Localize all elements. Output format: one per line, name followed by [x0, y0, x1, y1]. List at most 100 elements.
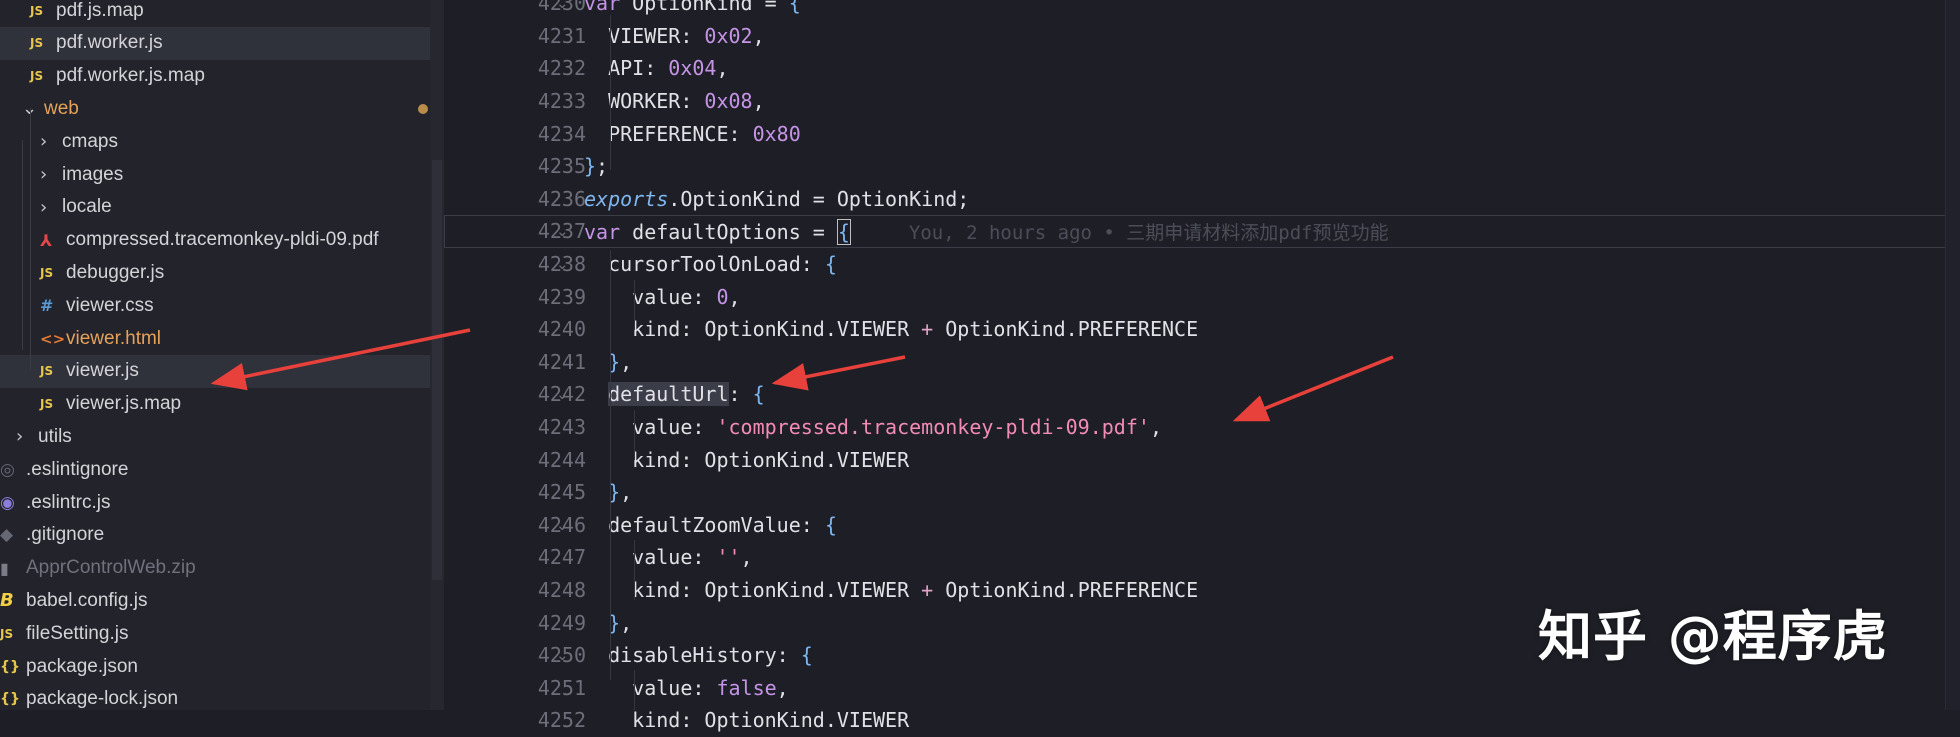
code-text[interactable]: WORKER: 0x08,	[584, 89, 765, 113]
code-line[interactable]: 4236 exports.OptionKind = OptionKind;	[444, 183, 1946, 216]
tree-item[interactable]: JS pdf.worker.js.map	[0, 60, 444, 93]
code-line[interactable]: 4234 PREFERENCE: 0x80	[444, 117, 1946, 150]
code-text[interactable]: API: 0x04,	[584, 56, 728, 80]
code-line[interactable]: 4241 },	[444, 346, 1946, 379]
tree-item[interactable]: › locale	[0, 191, 444, 224]
tree-item[interactable]: JS viewer.js	[0, 354, 444, 388]
code-line[interactable]: 4235};	[444, 150, 1946, 183]
editor-indent-guide	[634, 410, 635, 460]
tree-item-label: compressed.tracemonkey-pldi-09.pdf	[66, 229, 379, 251]
fold-chevron-icon[interactable]: ⌄	[556, 646, 569, 664]
tree-item-label: pdf.worker.js	[56, 32, 163, 54]
tree-item[interactable]: ⅄ compressed.tracemonkey-pldi-09.pdf	[0, 224, 444, 257]
code-line[interactable]: 4232 API: 0x04,	[444, 52, 1946, 85]
line-number: 4232	[537, 56, 586, 81]
tree-item[interactable]: › utils	[0, 420, 444, 453]
code-text[interactable]: },	[584, 480, 632, 504]
tree-item[interactable]: {} package.json	[0, 650, 430, 683]
tree-item-label: pdf.worker.js.map	[56, 65, 205, 87]
code-text[interactable]: var OptionKind = {	[584, 0, 801, 15]
code-line[interactable]: 4245 },	[444, 476, 1946, 509]
line-number: 4237	[537, 219, 586, 244]
ignore-file-icon: ◎	[0, 459, 15, 480]
code-text[interactable]: kind: OptionKind.VIEWER + OptionKind.PRE…	[584, 317, 1198, 341]
code-text[interactable]: cursorToolOnLoad: {	[584, 252, 837, 276]
tree-item[interactable]: ⌄web	[0, 92, 444, 125]
editor-scrollbar[interactable]	[1945, 0, 1960, 710]
code-text[interactable]: PREFERENCE: 0x80	[584, 122, 801, 146]
pdf-file-icon: ⅄	[40, 230, 53, 250]
file-explorer: JS pdf.js.map JS pdf.worker.js JS pdf.worker.…	[0, 0, 444, 710]
tree-item[interactable]: JS pdf.js.map	[0, 0, 444, 27]
sidebar-scrollbar-thumb[interactable]	[432, 160, 442, 580]
tree-item-label: utils	[38, 425, 72, 447]
code-line[interactable]: 4239 value: 0,	[444, 280, 1946, 313]
code-line[interactable]: 4243 value: 'compressed.tracemonkey-pldi…	[444, 411, 1946, 444]
code-line[interactable]: 4238 ⌄ cursorToolOnLoad: {	[444, 248, 1946, 281]
tree-item[interactable]: JS debugger.js	[0, 256, 444, 289]
code-text[interactable]: };	[584, 154, 608, 178]
code-text[interactable]: value: 0,	[584, 285, 740, 309]
folder-closed-chevron-icon: ›	[40, 164, 48, 185]
code-line[interactable]: 4230 ⌄ var OptionKind = {	[444, 0, 1946, 20]
tree-item-label: images	[62, 163, 124, 185]
code-line[interactable]: 4237 ⌄ var defaultOptions = {You, 2 hours …	[444, 215, 1946, 248]
code-text[interactable]: value: false,	[584, 676, 789, 700]
editor-indent-guide	[634, 280, 635, 330]
fold-chevron-icon[interactable]: ⌄	[556, 385, 569, 403]
code-text[interactable]: },	[584, 350, 632, 374]
folder-closed-chevron-icon: ›	[40, 131, 48, 153]
line-number: 4233	[537, 89, 586, 114]
code-line[interactable]: 4247 value: '',	[444, 541, 1946, 574]
tree-item[interactable]: <>viewer.html9+	[0, 322, 444, 355]
tree-item[interactable]: JS pdf.worker.js	[0, 26, 444, 60]
code-line[interactable]: 4240 kind: OptionKind.VIEWER + OptionKin…	[444, 313, 1946, 346]
code-text[interactable]: defaultZoomValue: {	[584, 513, 837, 537]
code-text[interactable]: defaultUrl: {	[584, 382, 765, 407]
code-text[interactable]: kind: OptionKind.VIEWER	[584, 708, 909, 732]
editor-indent-guide	[610, 15, 611, 170]
tree-item-label: cmaps	[62, 130, 118, 152]
fold-chevron-icon[interactable]: ⌄	[556, 0, 569, 12]
tree-item[interactable]: {} package-lock.json	[0, 683, 430, 710]
tree-item[interactable]: JS fileSetting.js	[0, 617, 430, 650]
tree-item[interactable]: ◆ .gitignore	[0, 519, 430, 552]
code-line[interactable]: 4244 kind: OptionKind.VIEWER	[444, 443, 1946, 476]
tree-item[interactable]: Bbabel.config.js	[0, 584, 430, 617]
code-text[interactable]: VIEWER: 0x02,	[584, 24, 765, 48]
tree-item-label: package-lock.json	[26, 688, 179, 710]
js-file-icon: JS	[40, 397, 54, 412]
code-text[interactable]: value: 'compressed.tracemonkey-pldi-09.p…	[584, 415, 1162, 439]
code-text[interactable]: kind: OptionKind.VIEWER + OptionKind.PRE…	[584, 578, 1198, 602]
tree-item[interactable]: ◉ .eslintrc.js	[0, 486, 430, 519]
code-line[interactable]: 4231 VIEWER: 0x02,	[444, 20, 1946, 53]
line-number: 4231	[537, 23, 586, 48]
tree-item-label: viewer.css	[66, 294, 154, 316]
tree-item[interactable]: # viewer.css	[0, 289, 444, 322]
code-line[interactable]: 4242 ⌄ defaultUrl: {	[444, 378, 1946, 411]
code-text[interactable]: kind: OptionKind.VIEWER	[584, 448, 909, 472]
fold-chevron-icon[interactable]: ⌄	[556, 255, 569, 273]
code-line[interactable]: 4252 kind: OptionKind.VIEWER	[444, 704, 1946, 737]
tree-item[interactable]: ◎ .eslintignore	[0, 453, 430, 486]
tree-item[interactable]: ▮ ApprControlWeb.zip	[0, 552, 430, 585]
fold-chevron-icon[interactable]: ⌄	[556, 516, 569, 534]
line-number: 4247	[537, 545, 586, 570]
code-text[interactable]: exports.OptionKind = OptionKind;	[584, 187, 969, 211]
code-text[interactable]: },	[584, 611, 632, 635]
code-line[interactable]: 4251 value: false,	[444, 672, 1946, 705]
tree-item[interactable]: › images	[0, 158, 444, 191]
tree-item-label: viewer.html	[66, 327, 162, 349]
sidebar-scrollbar[interactable]	[430, 0, 444, 710]
zip-file-icon: ▮	[0, 558, 9, 578]
code-line[interactable]: 4233 WORKER: 0x08,	[444, 85, 1946, 118]
code-line[interactable]: 4246 ⌄ defaultZoomValue: {	[444, 509, 1946, 542]
js-file-icon: JS	[40, 364, 54, 379]
tree-item-label: fileSetting.js	[26, 622, 129, 644]
line-number: 4239	[537, 284, 586, 309]
tree-item[interactable]: › cmaps	[0, 125, 444, 158]
fold-chevron-icon[interactable]: ⌄	[556, 222, 569, 240]
code-text[interactable]: disableHistory: {	[584, 643, 813, 667]
code-text[interactable]: var defaultOptions = {You, 2 hours ago •…	[584, 218, 1389, 245]
tree-item[interactable]: JS viewer.js.map	[0, 388, 444, 421]
